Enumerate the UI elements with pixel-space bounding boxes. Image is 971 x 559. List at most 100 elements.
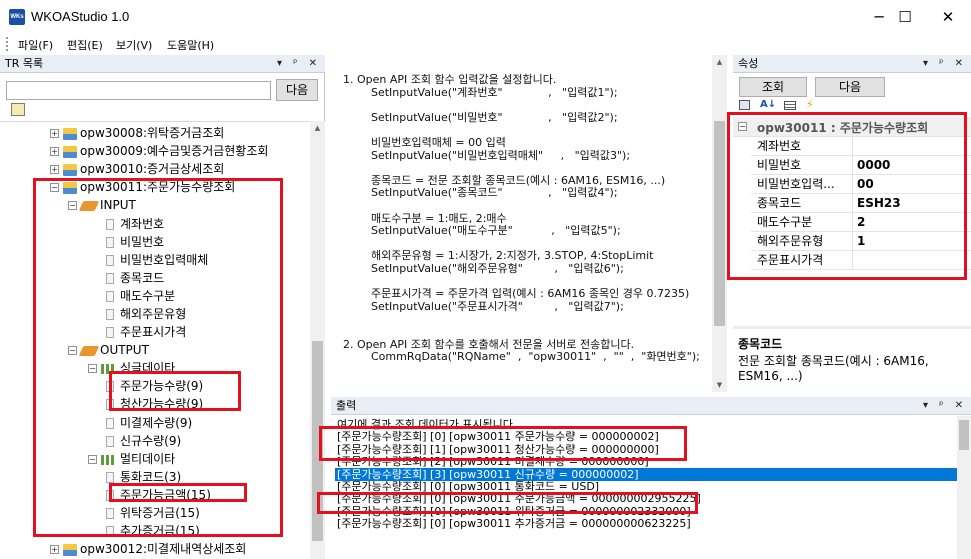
tree-item[interactable]: − 싱글데이타 [88,359,175,377]
code-line: SetInputValue("비밀번호" , "입력값2"); [343,110,618,124]
property-value[interactable]: 00 [857,175,874,194]
collapse-icon[interactable]: − [50,183,59,192]
scroll-down-icon[interactable]: ▼ [712,378,727,392]
tree-item[interactable]: 주문가능수량(9) [106,377,203,395]
output-line[interactable]: [주문가능수량조회] [0] [opw30011 위탁증거금 = 0000000… [337,505,691,518]
tree-item[interactable]: 주문가능금액(15) [106,486,211,504]
tr-icon [63,127,77,140]
menu-help[interactable]: 도움말(H) [167,37,214,53]
panel-pin-close-icons[interactable]: ▾ ᵖ ✕ [923,55,967,73]
property-row[interactable]: 계좌번호 [751,137,971,156]
collapse-icon[interactable]: − [88,455,97,464]
sort-az-icon[interactable]: A↓ [760,99,776,110]
scroll-up-icon[interactable]: ▲ [310,121,325,135]
tree-item[interactable]: 통화코드(3) [106,468,181,486]
expand-icon[interactable]: + [50,129,59,138]
expand-icon[interactable]: + [50,147,59,156]
property-pages-icon[interactable] [784,101,796,110]
property-value[interactable]: 1 [857,232,865,251]
tree-item[interactable]: + opw30009:예수금및증거금현황조회 [50,142,268,160]
next-button[interactable]: 다음 [815,77,885,97]
property-section[interactable]: − opw30011 : 주문가능수량조회 [733,117,971,137]
tree-item[interactable]: 위탁증거금(15) [106,504,200,522]
property-row[interactable]: 비밀번호입력... 00 [751,175,971,194]
code-scrollbar[interactable]: ▲ ▼ [712,55,727,392]
menu-bar: 파일(F) 편집(E) 보기(V) 도움말(H) [0,34,971,55]
close-button[interactable]: ✕ [925,0,971,34]
collapse-icon[interactable]: − [68,201,77,210]
properties-header: 속성 ▾ ᵖ ✕ [733,55,971,73]
collapse-icon[interactable]: − [68,346,77,355]
property-row[interactable]: 해외주문유형 1 [751,232,971,251]
tree-item[interactable]: 종목코드 [106,269,164,287]
tr-icon [63,145,77,158]
tree-item[interactable]: 비밀번호입력매체 [106,251,208,269]
events-icon[interactable]: ⚡ [806,98,814,111]
property-section-title: opw30011 : 주문가능수량조회 [757,121,929,135]
tree-item[interactable]: 주문표시가격 [106,323,186,341]
field-icon [106,490,114,501]
panel-pin-close-icons[interactable]: ▾ ᵖ ✕ [277,55,321,73]
expand-icon[interactable]: + [50,545,59,554]
tree-item[interactable]: 추가증거금(15) [106,522,200,540]
query-button[interactable]: 조회 [739,77,807,97]
tr-tree-scroll-thumb[interactable] [312,341,323,541]
tree-item[interactable]: − OUTPUT [68,341,149,359]
output-line[interactable]: [주문가능수량조회] [0] [opw30011 주문가능수량 = 000000… [337,430,659,443]
tr-search-input[interactable] [6,81,271,100]
tree-item-label: 종목코드 [120,271,165,285]
tree-item[interactable]: − opw30011:주문가능수량조회 [50,178,235,196]
menu-view[interactable]: 보기(V) [116,37,152,53]
output-line[interactable]: [주문가능수량조회] [2] [opw30011 미결제수량 = 0000000… [337,455,649,468]
tree-item[interactable]: 매도수구분 [106,287,175,305]
tree-item[interactable]: − 멀티데이타 [88,450,175,468]
field-icon [106,291,114,302]
tag-icon [78,200,100,211]
collapse-icon[interactable]: − [88,364,97,373]
menu-file[interactable]: 파일(F) [18,37,53,53]
tr-tree-scrollbar[interactable]: ▲ [310,121,325,559]
categorized-icon[interactable] [739,100,750,110]
property-value[interactable]: 0000 [857,156,890,175]
code-scroll-thumb[interactable] [714,121,725,326]
output-scrollbar[interactable] [957,416,971,559]
tree-item[interactable]: + opw30012:미결제내역상세조회 [50,540,246,558]
tree-item-label: 미결제수량(9) [120,416,193,430]
tr-icon [63,543,77,556]
tree-item[interactable]: 비밀번호 [106,233,164,251]
tree-item[interactable]: 신규수량(9) [106,432,181,450]
folder-icon[interactable] [11,103,25,116]
tree-item[interactable]: − INPUT [68,196,136,214]
output-line[interactable]: 여기에 결과 조회 데이터가 표시됩니다. [337,418,516,431]
tree-item[interactable]: 청산가능수량(9) [106,395,203,413]
tree-item[interactable]: 해외주문유형 [106,305,186,323]
tr-search-next-button[interactable]: 다음 [276,79,318,101]
menu-edit[interactable]: 편집(E) [67,37,103,53]
output-line[interactable]: [주문가능수량조회] [1] [opw30011 청산가능수량 = 000000… [337,443,659,456]
output-line[interactable]: [주문가능수량조회] [0] [opw30011 통화코드 = USD] [337,480,599,493]
property-row[interactable]: 종목코드 ESH23 [751,194,971,213]
tree-item[interactable]: 계좌번호 [106,215,164,233]
property-row[interactable]: 주문표시가격 [751,251,971,270]
tree-item[interactable]: + opw30008:위탁증거금조회 [50,124,224,142]
property-row[interactable]: 매도수구분 2 [751,213,971,232]
splitter[interactable] [733,326,971,329]
output-line[interactable]: [주문가능수량조회] [0] [opw30011 주문가능금액 = 000000… [337,492,701,505]
panel-pin-close-icons[interactable]: ▾ ᵖ ✕ [923,397,967,415]
field-icon [106,273,114,284]
scroll-up-icon[interactable]: ▲ [712,55,727,69]
output-line[interactable]: [주문가능수량조회] [0] [opw30011 추가증거금 = 0000000… [337,517,691,530]
maximize-button[interactable]: ☐ [882,0,928,34]
tree-item[interactable]: + opw30010:증거금상세조회 [50,160,224,178]
tree-item-label: 위탁증거금(15) [120,506,200,520]
tree-item[interactable]: 미결제수량(9) [106,414,192,432]
description-text-2: ESM16, ...) [738,369,803,383]
output-line[interactable]: [주문가능수량조회] [3] [opw30011 신규수량 = 00000000… [335,467,959,481]
property-row[interactable]: 비밀번호 0000 [751,156,971,175]
output-scroll-thumb[interactable] [959,420,969,450]
property-value[interactable]: ESH23 [857,194,901,213]
property-divider [852,194,853,213]
expand-icon[interactable]: + [50,165,59,174]
collapse-icon[interactable]: − [738,122,747,131]
property-value[interactable]: 2 [857,213,865,232]
